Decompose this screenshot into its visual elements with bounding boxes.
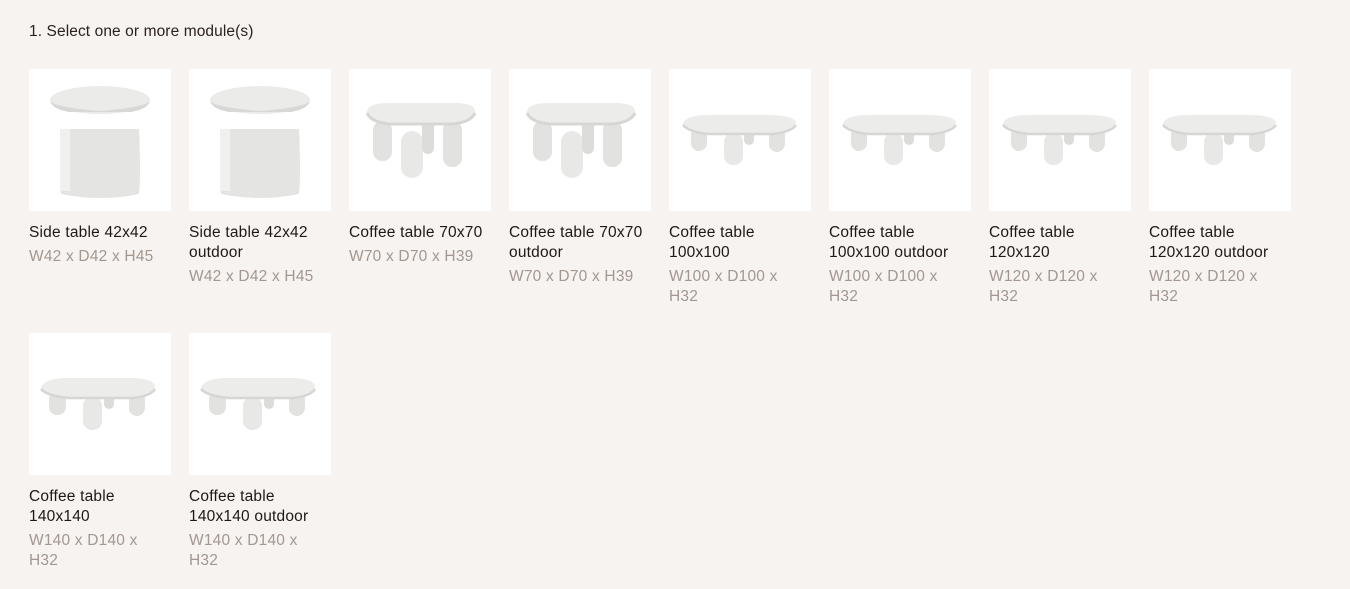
- module-card-coffee-table-140-outdoor[interactable]: Coffee table 140x140 outdoor W140 x D140…: [189, 333, 331, 570]
- module-dimensions: W42 x D42 x H45: [189, 268, 314, 285]
- module-dimensions: W100 x D100 x H32: [669, 268, 778, 305]
- module-dimensions: W120 x D120 x H32: [989, 268, 1098, 305]
- module-name: Coffee table 140x140 outdoor: [189, 488, 309, 525]
- module-thumbnail: [29, 69, 171, 211]
- coffee-table-low-icon: [1162, 115, 1278, 165]
- module-thumbnail: [669, 69, 811, 211]
- module-card-side-table-42-outdoor[interactable]: Side table 42x42 outdoor W42 x D42 x H45: [189, 69, 331, 333]
- module-grid: Side table 42x42 W42 x D42 x H45 Side ta…: [29, 69, 1291, 570]
- module-name: Side table 42x42: [29, 224, 148, 241]
- module-name: Coffee table 70x70 outdoor: [509, 224, 643, 261]
- module-dimensions: W100 x D100 x H32: [829, 268, 938, 305]
- coffee-table-low-icon: [1002, 115, 1118, 165]
- module-thumbnail: [1149, 69, 1291, 211]
- module-card-coffee-table-140[interactable]: Coffee table 140x140 W140 x D140 x H32: [29, 333, 171, 570]
- module-selector: 1. Select one or more module(s) Side tab…: [0, 0, 1350, 589]
- coffee-table-tall-icon: [365, 103, 477, 178]
- module-name: Coffee table 140x140: [29, 488, 115, 525]
- module-thumbnail: [29, 333, 171, 475]
- coffee-table-low-icon: [40, 378, 157, 430]
- coffee-table-low-icon: [842, 115, 958, 165]
- module-card-coffee-table-70[interactable]: Coffee table 70x70 W70 x D70 x H39: [349, 69, 491, 333]
- module-name: Side table 42x42 outdoor: [189, 224, 308, 261]
- module-name: Coffee table 120x120 outdoor: [1149, 224, 1269, 261]
- module-dimensions: W70 x D70 x H39: [509, 268, 634, 285]
- module-thumbnail: [829, 69, 971, 211]
- module-dimensions: W70 x D70 x H39: [349, 248, 474, 265]
- module-name: Coffee table 100x100: [669, 224, 755, 261]
- module-card-coffee-table-70-outdoor[interactable]: Coffee table 70x70 outdoor W70 x D70 x H…: [509, 69, 651, 333]
- side-table-icon: [210, 86, 310, 198]
- module-card-coffee-table-100-outdoor[interactable]: Coffee table 100x100 outdoor W100 x D100…: [829, 69, 971, 333]
- module-card-side-table-42[interactable]: Side table 42x42 W42 x D42 x H45: [29, 69, 171, 333]
- module-thumbnail: [189, 69, 331, 211]
- module-thumbnail: [189, 333, 331, 475]
- module-card-coffee-table-100[interactable]: Coffee table 100x100 W100 x D100 x H32: [669, 69, 811, 333]
- module-thumbnail: [349, 69, 491, 211]
- coffee-table-low-icon: [200, 378, 317, 430]
- coffee-table-low-icon: [682, 115, 798, 165]
- module-name: Coffee table 100x100 outdoor: [829, 224, 949, 261]
- module-card-coffee-table-120[interactable]: Coffee table 120x120 W120 x D120 x H32: [989, 69, 1131, 333]
- step-title: 1. Select one or more module(s): [29, 23, 254, 40]
- module-dimensions: W120 x D120 x H32: [1149, 268, 1258, 305]
- side-table-icon: [50, 86, 150, 198]
- module-name: Coffee table 120x120: [989, 224, 1075, 261]
- module-card-coffee-table-120-outdoor[interactable]: Coffee table 120x120 outdoor W120 x D120…: [1149, 69, 1291, 333]
- module-dimensions: W42 x D42 x H45: [29, 248, 154, 265]
- coffee-table-tall-icon: [525, 103, 637, 178]
- module-dimensions: W140 x D140 x H32: [189, 532, 298, 569]
- module-name: Coffee table 70x70: [349, 224, 483, 241]
- module-thumbnail: [509, 69, 651, 211]
- module-dimensions: W140 x D140 x H32: [29, 532, 138, 569]
- module-thumbnail: [989, 69, 1131, 211]
